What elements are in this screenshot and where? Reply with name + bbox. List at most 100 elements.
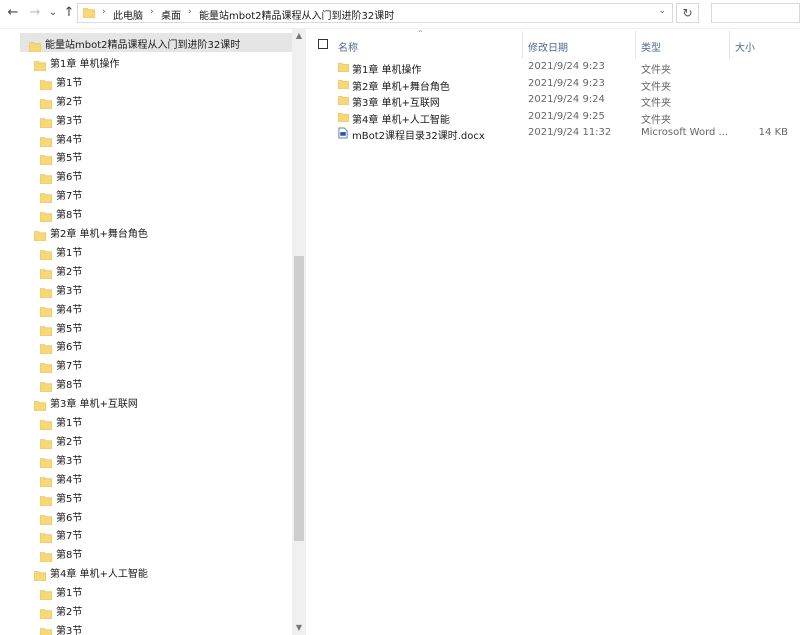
tree-item-section[interactable]: 第1节 bbox=[0, 241, 292, 260]
tree-item-label: 第6节 bbox=[56, 512, 83, 524]
tree-item-section[interactable]: 第3节 bbox=[0, 109, 292, 128]
column-header-name[interactable]: 名称 bbox=[338, 39, 358, 54]
folder-icon bbox=[34, 61, 46, 71]
folder-icon bbox=[40, 212, 52, 223]
tree-item-label: 第2节 bbox=[56, 607, 83, 618]
file-type: Microsoft Word ... bbox=[641, 127, 729, 138]
folder-icon bbox=[40, 363, 52, 374]
tree-item-chapter[interactable]: 第4章 单机+人工智能 bbox=[0, 562, 292, 582]
address-dropdown-icon[interactable]: ⌄ bbox=[658, 6, 666, 16]
breadcrumb-this-pc[interactable]: 此电脑 bbox=[113, 7, 143, 22]
tree-item-section[interactable]: 第4节 bbox=[0, 128, 292, 147]
scroll-up-icon[interactable]: ▲ bbox=[292, 29, 306, 43]
tree-item-chapter[interactable]: 第1章 单机操作 bbox=[0, 52, 292, 71]
tree-item-section[interactable]: 第8节 bbox=[0, 543, 292, 563]
tree-item-section[interactable]: 第1节 bbox=[0, 411, 292, 430]
file-modified-date: 2021/9/24 9:24 bbox=[528, 94, 605, 105]
folder-icon bbox=[40, 325, 52, 336]
tree-item-label: 第4节 bbox=[56, 474, 83, 486]
tree-item-section[interactable]: 第3节 bbox=[0, 449, 292, 468]
tree-item-label: 第7节 bbox=[56, 191, 83, 203]
folder-icon bbox=[40, 287, 52, 298]
tree-item-label: 第8节 bbox=[56, 550, 83, 562]
scroll-down-icon[interactable]: ▼ bbox=[292, 621, 306, 635]
tree-item-root[interactable]: 能量站mbot2精品课程从入门到进阶32课时 bbox=[20, 33, 292, 52]
file-row[interactable]: 第1章 单机操作 2021/9/24 9:23 文件夹 bbox=[306, 59, 800, 76]
tree-item-chapter[interactable]: 第2章 单机+舞台角色 bbox=[0, 222, 292, 241]
tree-item-section[interactable]: 第4节 bbox=[0, 468, 292, 487]
column-divider bbox=[635, 31, 636, 59]
breadcrumb-separator-icon[interactable]: › bbox=[102, 7, 106, 17]
tree-item-label: 第2节 bbox=[56, 436, 83, 448]
address-toolbar: ← → ⌄ ↑ › 此电脑 › 桌面 › 能量站mbot2精品课程从入门到进阶3… bbox=[0, 0, 800, 29]
breadcrumb-current-folder[interactable]: 能量站mbot2精品课程从入门到进阶32课时 bbox=[199, 7, 394, 22]
tree-item-label: 第1节 bbox=[56, 77, 83, 89]
folder-icon bbox=[40, 457, 52, 468]
tree-item-section[interactable]: 第2节 bbox=[0, 430, 292, 449]
tree-item-label: 第5节 bbox=[56, 323, 83, 335]
tree-item-section[interactable]: 第8节 bbox=[0, 373, 292, 393]
back-arrow-icon[interactable]: ← bbox=[4, 4, 22, 22]
folder-icon bbox=[34, 571, 46, 582]
tree-item-label: 第6节 bbox=[56, 172, 83, 184]
address-bar[interactable]: › 此电脑 › 桌面 › 能量站mbot2精品课程从入门到进阶32课时 ⌄ bbox=[77, 3, 673, 23]
file-size: 14 KB bbox=[758, 127, 788, 138]
tree-item-section[interactable]: 第2节 bbox=[0, 260, 292, 279]
folder-icon bbox=[83, 8, 95, 18]
refresh-button[interactable]: ↻ bbox=[676, 3, 699, 23]
file-name: mBot2课程目录32课时.docx bbox=[352, 131, 485, 142]
breadcrumb-separator-icon[interactable]: › bbox=[150, 7, 154, 17]
file-row[interactable]: 第4章 单机+人工智能 2021/9/24 9:25 文件夹 bbox=[306, 109, 800, 126]
breadcrumb-separator-icon[interactable]: › bbox=[188, 7, 192, 17]
file-type: 文件夹 bbox=[641, 65, 671, 76]
up-arrow-icon[interactable]: ↑ bbox=[60, 4, 78, 22]
column-header-size[interactable]: 大小 bbox=[735, 39, 755, 54]
select-all-checkbox[interactable] bbox=[318, 39, 328, 49]
file-row[interactable]: mBot2课程目录32课时.docx 2021/9/24 11:32 Micro… bbox=[306, 125, 800, 142]
tree-item-section[interactable]: 第7节 bbox=[0, 184, 292, 204]
file-row[interactable]: 第2章 单机+舞台角色 2021/9/24 9:23 文件夹 bbox=[306, 76, 800, 93]
tree-item-section[interactable]: 第5节 bbox=[0, 487, 292, 506]
tree-item-section[interactable]: 第7节 bbox=[0, 354, 292, 374]
folder-icon bbox=[40, 79, 52, 90]
tree-item-chapter[interactable]: 第3章 单机+互联网 bbox=[0, 392, 292, 412]
tree-item-label: 第3节 bbox=[56, 625, 83, 635]
tree-item-section[interactable]: 第4节 bbox=[0, 298, 292, 317]
tree-item-section[interactable]: 第5节 bbox=[0, 317, 292, 336]
tree-item-label: 第1节 bbox=[56, 588, 83, 600]
file-row[interactable]: 第3章 单机+互联网 2021/9/24 9:24 文件夹 bbox=[306, 92, 800, 109]
tree-item-section[interactable]: 第1节 bbox=[0, 71, 292, 90]
tree-item-section[interactable]: 第8节 bbox=[0, 203, 292, 223]
folder-icon bbox=[338, 112, 349, 122]
tree-item-section[interactable]: 第6节 bbox=[0, 165, 292, 185]
file-name: 第1章 单机操作 bbox=[352, 65, 422, 76]
tree-item-section[interactable]: 第5节 bbox=[0, 146, 292, 166]
search-input[interactable] bbox=[711, 3, 800, 23]
navigation-scrollbar[interactable]: ▲ ▼ bbox=[292, 29, 306, 635]
tree-item-section[interactable]: 第2节 bbox=[0, 90, 292, 109]
tree-item-section[interactable]: 第3节 bbox=[0, 279, 292, 298]
folder-icon bbox=[40, 98, 52, 109]
tree-item-section[interactable]: 第1节 bbox=[0, 581, 292, 601]
tree-item-label: 第7节 bbox=[56, 361, 83, 373]
tree-item-label: 第4章 单机+人工智能 bbox=[50, 569, 148, 581]
tree-item-section[interactable]: 第6节 bbox=[0, 506, 292, 525]
folder-icon bbox=[40, 420, 52, 430]
tree-item-section[interactable]: 第6节 bbox=[0, 335, 292, 355]
tree-item-label: 第3节 bbox=[56, 285, 83, 297]
folder-icon bbox=[338, 96, 349, 105]
tree-item-label: 第3章 单机+互联网 bbox=[50, 399, 138, 411]
tree-item-section[interactable]: 第2节 bbox=[0, 600, 292, 619]
folder-icon bbox=[40, 514, 52, 525]
tree-item-section[interactable]: 第7节 bbox=[0, 524, 292, 544]
breadcrumb-desktop[interactable]: 桌面 bbox=[161, 7, 181, 22]
forward-arrow-icon[interactable]: → bbox=[26, 4, 44, 22]
folder-icon bbox=[40, 136, 52, 147]
tree-item-label: 第7节 bbox=[56, 531, 83, 543]
tree-item-label: 第3节 bbox=[56, 115, 83, 127]
column-header-date[interactable]: 修改日期 bbox=[528, 39, 568, 54]
column-header-type[interactable]: 类型 bbox=[641, 39, 661, 54]
folder-icon bbox=[40, 533, 52, 544]
scrollbar-thumb[interactable] bbox=[294, 256, 304, 541]
tree-item-section[interactable]: 第3节 bbox=[0, 619, 292, 635]
